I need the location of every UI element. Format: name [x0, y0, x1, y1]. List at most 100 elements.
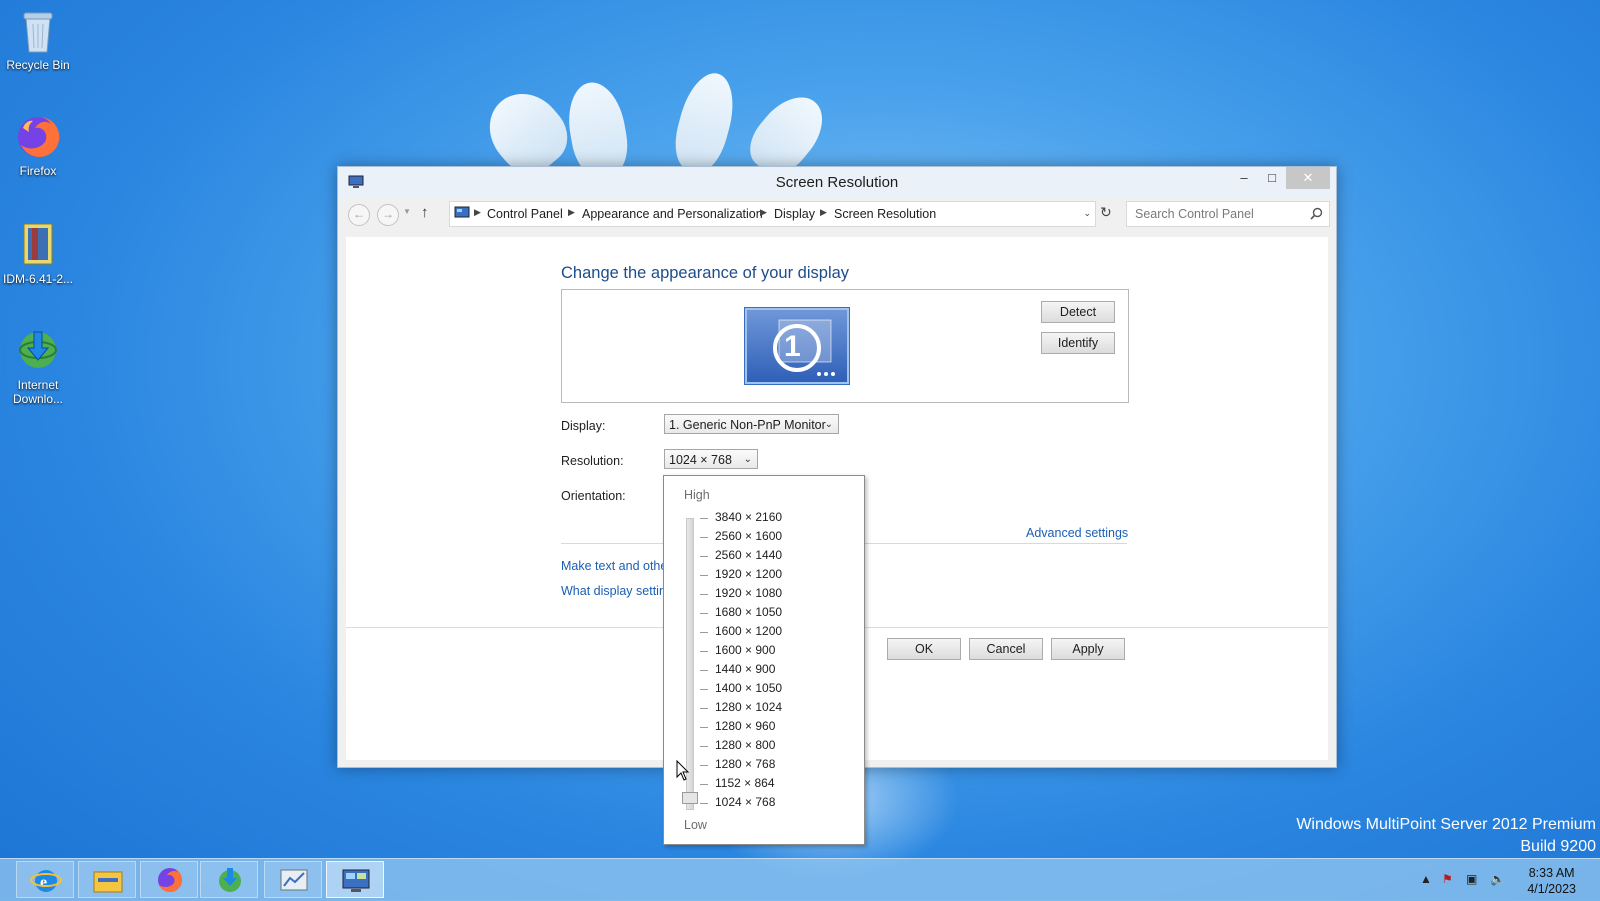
taskbar-server-manager[interactable]: [264, 861, 322, 898]
network-icon[interactable]: ▣: [1466, 872, 1477, 886]
internet-download-manager-icon: [219, 868, 241, 892]
display-label: Display:: [561, 419, 606, 433]
advanced-settings-link[interactable]: Advanced settings: [1026, 526, 1128, 540]
resolution-option[interactable]: 1920 × 1200: [715, 567, 782, 581]
slider-tick-mark: [700, 556, 708, 557]
close-button[interactable]: ✕: [1286, 167, 1330, 189]
resolution-option[interactable]: 1440 × 900: [715, 662, 775, 676]
internet-explorer-icon: e: [30, 870, 62, 892]
window-titlebar[interactable]: Screen Resolution – □ ✕: [338, 167, 1336, 197]
identify-button[interactable]: Identify: [1041, 332, 1115, 354]
resolution-option[interactable]: 1600 × 900: [715, 643, 775, 657]
recent-locations-chevron-icon[interactable]: ▼: [403, 207, 411, 216]
search-control-panel-box[interactable]: [1126, 201, 1330, 227]
breadcrumb-separator-icon: ▶: [820, 207, 827, 217]
slider-tick-mark: [700, 575, 708, 576]
watermark-build: Build 9200: [1520, 838, 1596, 855]
slider-tick-mark: [700, 537, 708, 538]
firefox-icon: [158, 868, 182, 892]
taskbar-clock[interactable]: 8:33 AM 4/1/2023: [1527, 865, 1576, 897]
watermark-edition: Windows MultiPoint Server 2012 Premium: [1296, 816, 1596, 833]
desktop-icon-recycle-bin[interactable]: Recycle Bin: [0, 8, 76, 72]
slider-tick-mark: [700, 670, 708, 671]
display-select-value: 1. Generic Non-PnP Monitor: [669, 418, 826, 432]
minimize-button[interactable]: –: [1230, 167, 1258, 189]
slider-tick-mark: [700, 613, 708, 614]
svg-text:e: e: [40, 874, 47, 891]
resolution-option[interactable]: 3840 × 2160: [715, 510, 782, 524]
detect-button[interactable]: Detect: [1041, 301, 1115, 323]
resolution-option[interactable]: 1680 × 1050: [715, 605, 782, 619]
cancel-button[interactable]: Cancel: [969, 638, 1043, 660]
taskbar: e ▲ ⚑ ▣ 🔈 8:33 AM 4/1/2023: [0, 858, 1600, 901]
taskbar-firefox[interactable]: [140, 861, 198, 898]
address-bar[interactable]: ▶ Control Panel ▶ Appearance and Persona…: [449, 201, 1096, 227]
address-bar-row: ← → ▼ ↑ ▶ Control Panel ▶ Appearance and…: [346, 201, 1330, 227]
desktop-icon-idm-archive[interactable]: IDM-6.41-2...: [0, 220, 76, 286]
back-button[interactable]: ←: [348, 204, 370, 226]
resolution-label: Resolution:: [561, 454, 624, 468]
windows-build-watermark: Windows MultiPoint Server 2012 Premium B…: [1296, 814, 1596, 858]
page-heading: Change the appearance of your display: [561, 264, 850, 282]
resolution-option[interactable]: 1152 × 864: [715, 776, 775, 790]
breadcrumb-screen-resolution[interactable]: Screen Resolution: [834, 207, 936, 221]
desktop-icon-idm[interactable]: Internet Downlo...: [0, 328, 76, 406]
resolution-dropdown-panel: High 3840 × 2160 2560 × 1600 2560 × 1440 19…: [663, 475, 865, 845]
taskbar-idm[interactable]: [200, 861, 258, 898]
show-hidden-icons-chevron-icon[interactable]: ▲: [1420, 872, 1432, 886]
maximize-button[interactable]: □: [1258, 167, 1286, 189]
resolution-select-value: 1024 × 768: [669, 453, 732, 467]
desktop-icon-label: Internet Downlo...: [12, 378, 64, 406]
resolution-option[interactable]: 1920 × 1080: [715, 586, 782, 600]
slider-tick-mark: [700, 727, 708, 728]
desktop-icon-label: IDM-6.41-2...: [2, 272, 74, 286]
desktop-icon-label: Firefox: [19, 164, 57, 178]
display-settings-help-link[interactable]: What display setting: [561, 584, 673, 598]
address-dropdown-chevron-icon[interactable]: ⌄: [1083, 208, 1091, 219]
action-center-flag-icon[interactable]: ⚑: [1442, 872, 1453, 886]
desktop-icon-label: Recycle Bin: [6, 58, 70, 72]
slider-tick-mark: [700, 689, 708, 690]
desktop-icon-firefox[interactable]: Firefox: [0, 114, 76, 178]
control-panel-icon: [454, 206, 470, 218]
clock-date: 4/1/2023: [1527, 882, 1576, 896]
low-label: Low: [684, 818, 707, 832]
search-icon[interactable]: [1310, 207, 1323, 220]
breadcrumb-appearance[interactable]: Appearance and Personalization: [582, 207, 763, 221]
taskbar-internet-explorer[interactable]: e: [16, 861, 74, 898]
display-preview-box: 1 Detect Identify: [561, 289, 1129, 403]
refresh-icon[interactable]: ↻: [1100, 204, 1112, 221]
speaker-muted-icon[interactable]: 🔈: [1490, 872, 1505, 886]
resolution-option[interactable]: 1400 × 1050: [715, 681, 782, 695]
apply-button[interactable]: Apply: [1051, 638, 1125, 660]
taskbar-control-panel[interactable]: [326, 861, 384, 898]
resolution-slider-thumb[interactable]: [682, 792, 698, 804]
resolution-option[interactable]: 1024 × 768: [715, 795, 775, 809]
forward-button[interactable]: →: [377, 204, 399, 226]
resolution-option[interactable]: 1280 × 800: [715, 738, 775, 752]
breadcrumb-display[interactable]: Display: [774, 207, 815, 221]
taskbar-file-explorer[interactable]: [78, 861, 136, 898]
text-size-link[interactable]: Make text and other: [561, 559, 671, 573]
resolution-select[interactable]: 1024 × 768 ⌄: [664, 449, 758, 469]
resolution-option[interactable]: 2560 × 1440: [715, 548, 782, 562]
resolution-option[interactable]: 2560 × 1600: [715, 529, 782, 543]
display-select[interactable]: 1. Generic Non-PnP Monitor ⌄: [664, 414, 839, 434]
ok-button[interactable]: OK: [887, 638, 961, 660]
up-arrow-icon[interactable]: ↑: [421, 204, 429, 221]
search-input[interactable]: [1133, 206, 1302, 222]
chevron-down-icon: ⌄: [743, 454, 752, 465]
resolution-option[interactable]: 1280 × 1024: [715, 700, 782, 714]
resolution-option[interactable]: 1280 × 960: [715, 719, 775, 733]
slider-tick-mark: [700, 651, 708, 652]
resolution-option[interactable]: 1280 × 768: [715, 757, 775, 771]
slider-tick-mark: [700, 765, 708, 766]
breadcrumb-separator-icon: ▶: [474, 207, 481, 217]
slider-tick-mark: [700, 746, 708, 747]
breadcrumb-separator-icon: ▶: [760, 207, 767, 217]
breadcrumb-control-panel[interactable]: Control Panel: [487, 207, 563, 221]
firefox-icon: [18, 116, 60, 157]
monitor-1-tile[interactable]: 1: [745, 308, 849, 384]
resolution-option[interactable]: 1600 × 1200: [715, 624, 782, 638]
slider-tick-mark: [700, 708, 708, 709]
